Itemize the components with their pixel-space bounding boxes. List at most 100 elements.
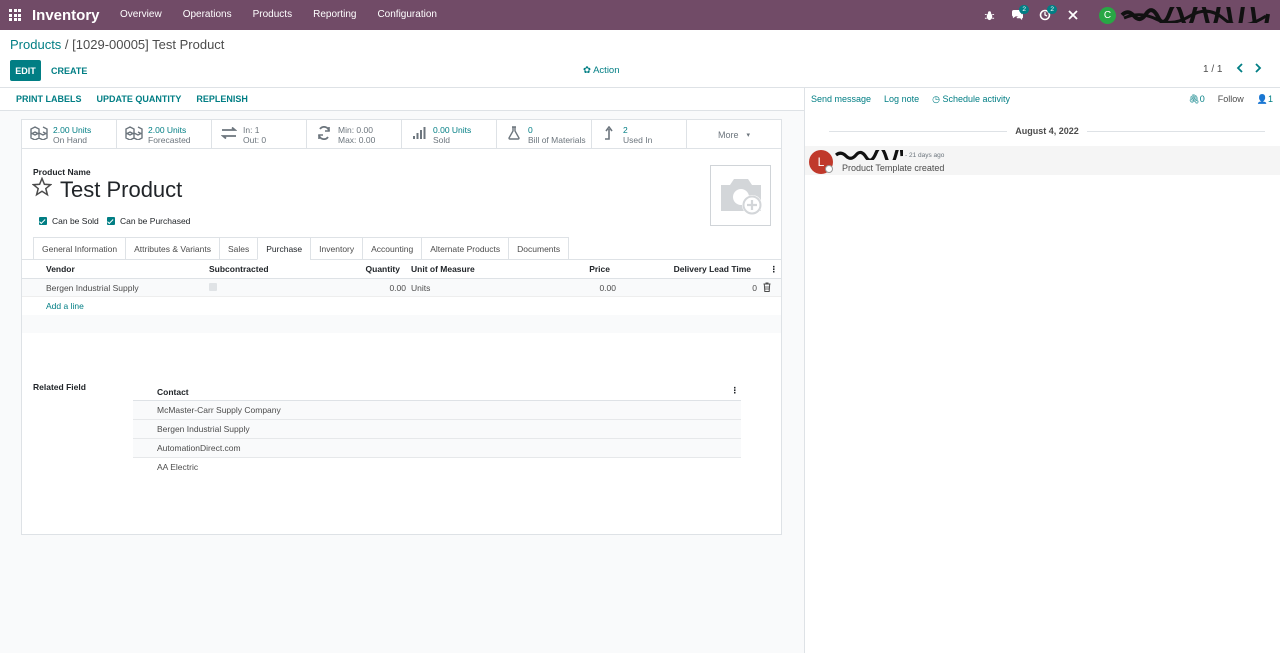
chatter-topbar: Send message Log note ◷ Schedule activit… <box>811 94 1023 105</box>
sold-button[interactable]: 0.00 Units Sold <box>402 120 497 149</box>
user-icon: 👤 <box>1256 94 1268 104</box>
col-delivery-lead-time[interactable]: Delivery Lead Time <box>674 264 751 274</box>
in-out-button[interactable]: In: 1 Out: 0 <box>212 120 307 149</box>
min-max-button[interactable]: Min: 0.00 Max: 0.00 <box>307 120 402 149</box>
paperclip-icon: 🖇 <box>1188 94 1200 104</box>
add-a-line-link[interactable]: Add a line <box>46 301 84 311</box>
menu-overview[interactable]: Overview <box>110 0 173 30</box>
related-field-label: Related Field <box>33 382 86 392</box>
action-label: Action <box>593 65 620 76</box>
col-contact[interactable]: Contact <box>157 387 189 397</box>
col-unit-of-measure[interactable]: Unit of Measure <box>411 264 475 274</box>
menu-operations[interactable]: Operations <box>172 0 242 30</box>
breadcrumb-products-link[interactable]: Products <box>10 37 61 52</box>
chatter-actions: 🖇0 Follow 👤1 <box>1175 94 1273 105</box>
attachments-count: 0 <box>1199 94 1205 104</box>
col-quantity[interactable]: Quantity <box>366 264 400 274</box>
breadcrumb: Products / [1029-00005] Test Product <box>10 37 224 52</box>
bug-icon[interactable] <box>975 0 1003 30</box>
top-navbar: Inventory Overview Operations Products R… <box>0 0 1280 30</box>
chatter-message[interactable]: L - 21 days ago Product Template created <box>805 146 1280 175</box>
can-be-purchased-checkbox[interactable]: Can be Purchased <box>107 216 190 226</box>
price-cell[interactable]: 0.00 <box>599 283 616 293</box>
message-date: August 4, 2022 <box>1015 126 1079 136</box>
tab-sales[interactable]: Sales <box>218 237 259 260</box>
redacted-username[interactable] <box>1120 7 1270 23</box>
tab-general-information[interactable]: General Information <box>33 237 127 260</box>
optional-columns-icon[interactable]: ⋮ <box>770 264 779 275</box>
camera-plus-icon <box>720 178 762 215</box>
used-in-button[interactable]: 2 Used In <box>592 120 687 149</box>
contacts-table-header: Contact ⋮ <box>133 381 741 401</box>
bom-count: 0 <box>528 124 533 135</box>
schedule-activity-button[interactable]: ◷ Schedule activity <box>932 94 1010 105</box>
col-subcontracted[interactable]: Subcontracted <box>209 264 269 274</box>
caret-down-icon: ▾ <box>746 131 751 139</box>
menu-configuration[interactable]: Configuration <box>367 0 447 30</box>
user-avatar[interactable]: C <box>1099 6 1116 24</box>
table-row[interactable]: AA Electric <box>133 458 741 477</box>
trash-icon[interactable] <box>763 282 771 294</box>
favorite-star-icon[interactable] <box>31 176 53 197</box>
log-note-button[interactable]: Log note <box>884 94 919 105</box>
quantity-cell[interactable]: 0.00 <box>389 283 406 293</box>
tab-attributes-variants[interactable]: Attributes & Variants <box>125 237 220 260</box>
clock-icon: ◷ <box>932 94 940 104</box>
tab-inventory[interactable]: Inventory <box>310 237 364 260</box>
attachments-button[interactable]: 🖇0 <box>1188 94 1204 105</box>
can-be-sold-checkbox[interactable]: Can be Sold <box>39 216 99 226</box>
apps-menu-icon[interactable] <box>0 0 30 30</box>
product-name-field[interactable]: Test Product <box>60 177 182 203</box>
activities-icon[interactable]: 2 <box>1031 0 1059 30</box>
update-quantity-button[interactable]: UPDATE QUANTITY <box>97 94 182 104</box>
action-dropdown[interactable]: ✿ Action <box>583 65 620 76</box>
pager-previous-icon[interactable] <box>1236 62 1246 76</box>
optional-columns-icon[interactable]: ⋮ <box>731 385 740 396</box>
vendor-table-header: Vendor Subcontracted Quantity Unit of Me… <box>22 260 781 279</box>
pager-next-icon[interactable] <box>1254 62 1264 76</box>
tab-purchase[interactable]: Purchase <box>257 237 312 260</box>
bom-button[interactable]: 0 Bill of Materials <box>497 120 592 149</box>
refresh-icon <box>314 125 334 144</box>
checkbox-checked-icon <box>107 217 115 225</box>
menu-products[interactable]: Products <box>242 0 302 30</box>
messages-icon[interactable]: 2 <box>1003 0 1031 30</box>
tab-accounting[interactable]: Accounting <box>362 237 423 260</box>
pager-value[interactable]: 1 / 1 <box>1203 64 1222 75</box>
app-title[interactable]: Inventory <box>32 7 100 24</box>
col-vendor[interactable]: Vendor <box>46 264 75 274</box>
table-row[interactable]: Bergen Industrial Supply <box>133 420 741 439</box>
contact-cell: AutomationDirect.com <box>157 443 241 453</box>
product-name-label: Product Name <box>33 167 91 177</box>
close-tools-icon[interactable] <box>1059 0 1087 30</box>
send-message-button[interactable]: Send message <box>811 94 871 105</box>
vendor-cell[interactable]: Bergen Industrial Supply <box>46 283 139 293</box>
tab-alternate-products[interactable]: Alternate Products <box>421 237 510 260</box>
print-labels-button[interactable]: PRINT LABELS <box>16 94 82 104</box>
table-row[interactable]: McMaster-Carr Supply Company <box>133 401 741 420</box>
message-body: Product Template created <box>842 163 945 173</box>
product-image-placeholder[interactable] <box>710 165 771 226</box>
menu-reporting[interactable]: Reporting <box>303 0 367 30</box>
tab-documents[interactable]: Documents <box>508 237 570 260</box>
edit-button[interactable]: EDIT <box>10 60 41 81</box>
forecasted-button[interactable]: 2.00 Units Forecasted <box>117 120 212 149</box>
table-row[interactable]: Bergen Industrial Supply 0.00 Units 0.00… <box>22 279 781 297</box>
more-button[interactable]: More ▾ <box>687 120 781 149</box>
followers-button[interactable]: 👤1 <box>1257 94 1273 105</box>
uom-cell[interactable]: Units <box>411 283 430 293</box>
on-hand-button[interactable]: 2.00 Units On Hand <box>22 120 117 149</box>
message-time: - 21 days ago <box>905 152 945 159</box>
contact-cell: McMaster-Carr Supply Company <box>157 405 281 415</box>
lead-time-cell[interactable]: 0 <box>752 283 757 293</box>
forecasted-label: Forecasted <box>148 134 191 145</box>
col-price[interactable]: Price <box>589 264 610 274</box>
subcontracted-checkbox[interactable] <box>209 283 217 291</box>
date-separator: August 4, 2022 <box>829 125 1265 137</box>
table-row[interactable]: AutomationDirect.com <box>133 439 741 458</box>
create-button[interactable]: CREATE <box>51 66 87 76</box>
follow-button[interactable]: Follow <box>1218 94 1244 105</box>
replenish-button[interactable]: REPLENISH <box>196 94 248 104</box>
presence-status-icon <box>825 165 833 173</box>
smart-buttons: 2.00 Units On Hand 2.00 Units Forecasted I… <box>22 120 781 149</box>
